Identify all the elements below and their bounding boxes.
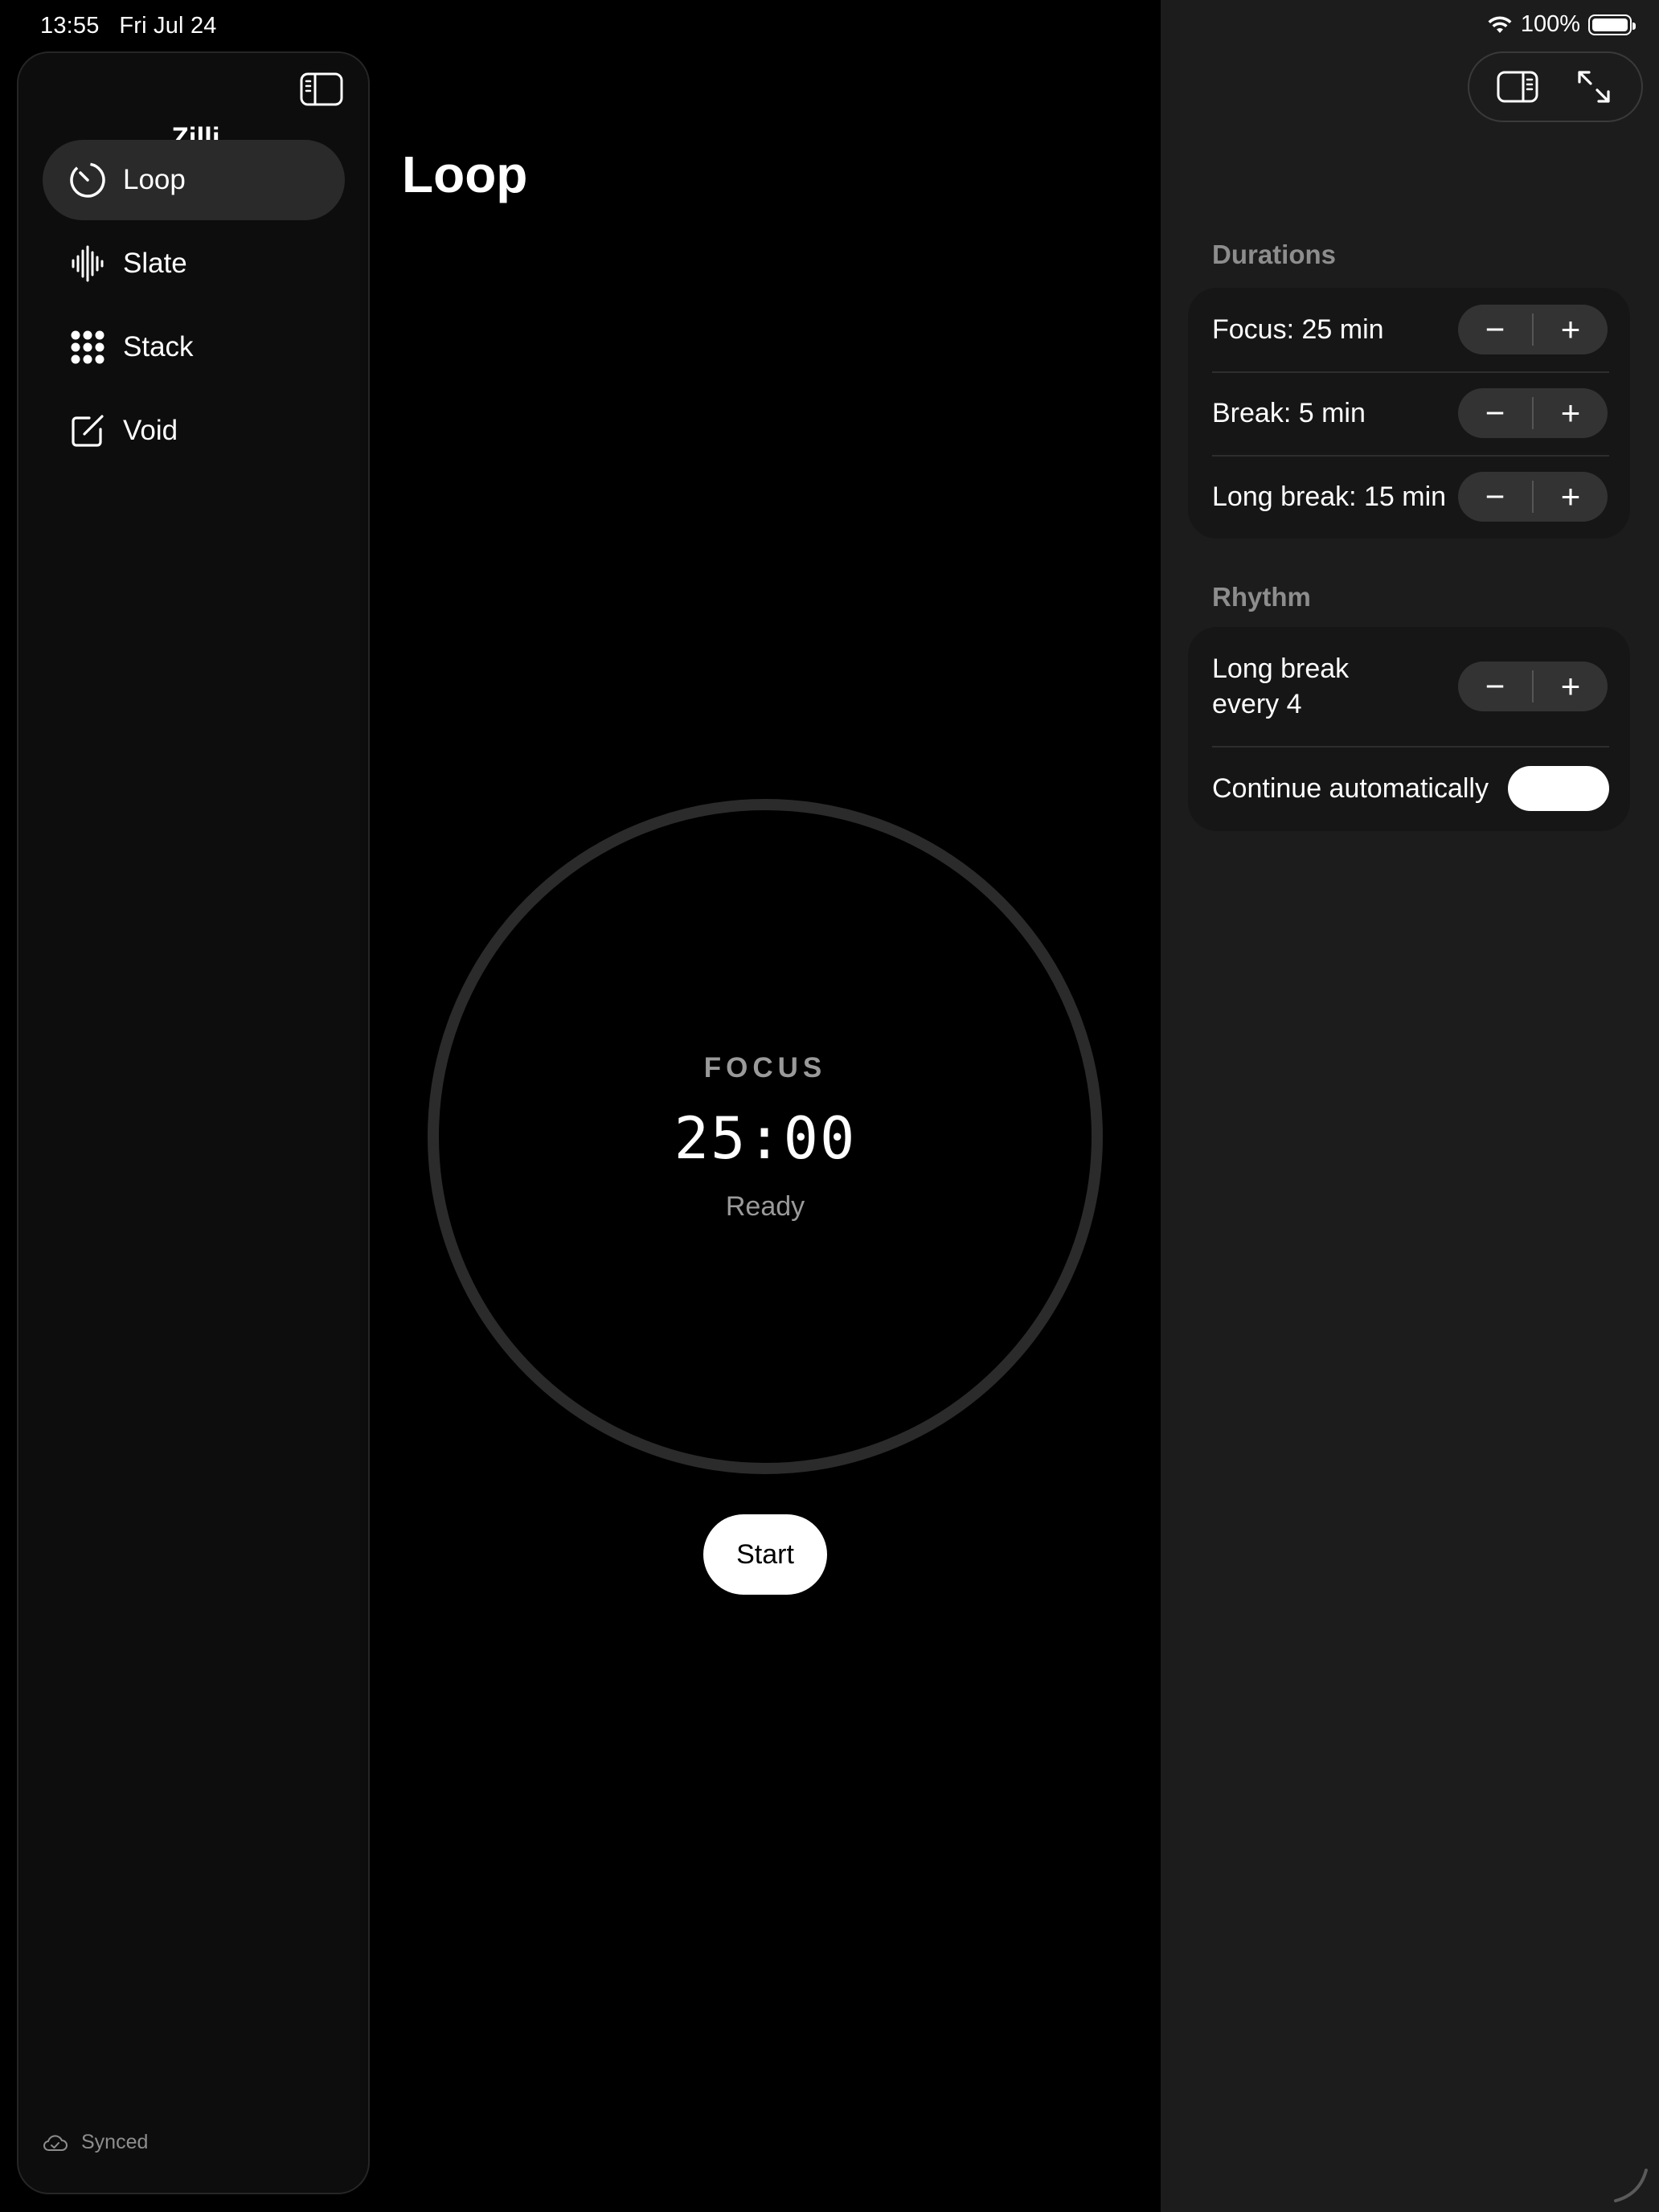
battery-icon xyxy=(1588,14,1636,35)
timer-mode-label: FOCUS xyxy=(703,1052,827,1083)
focus-decrement-button[interactable]: − xyxy=(1458,305,1532,354)
long-break-interval-line2: every 4 xyxy=(1212,689,1302,719)
sidebar-item-loop[interactable]: Loop xyxy=(43,140,345,220)
sidebar-toggle-button[interactable] xyxy=(300,72,343,109)
cloud-check-icon xyxy=(43,2134,68,2151)
sync-status: Synced xyxy=(43,2131,148,2154)
status-time: 13:55 xyxy=(40,13,100,39)
timer-status: Ready xyxy=(725,1191,805,1222)
status-bar-clock: 13:55 Fri Jul 24 xyxy=(40,13,217,39)
timer-icon xyxy=(70,162,105,198)
durations-group: Focus: 25 min − + Break: 5 min − + Long … xyxy=(1188,288,1630,539)
long-break-increment-button[interactable]: + xyxy=(1534,472,1608,522)
sidebar-item-label: Void xyxy=(123,415,178,446)
battery-percent: 100% xyxy=(1520,11,1580,37)
continue-automatically-row: Continue automatically xyxy=(1188,746,1630,831)
expand-icon xyxy=(1577,71,1610,103)
sync-status-label: Synced xyxy=(81,2131,149,2153)
status-date: Fri Jul 24 xyxy=(119,13,217,39)
rhythm-header: Rhythm xyxy=(1212,582,1311,612)
app-root: 13:55 Fri Jul 24 Loop FOCUS 25:00 Ready … xyxy=(0,0,1659,2212)
status-bar-indicators: 100% xyxy=(1487,11,1636,38)
start-button[interactable]: Start xyxy=(703,1514,827,1595)
resize-handle-icon[interactable] xyxy=(1608,2161,1653,2206)
timer-countdown: 25:00 xyxy=(674,1104,857,1172)
compose-icon xyxy=(72,415,104,447)
focus-duration-label: Focus: 25 min xyxy=(1212,314,1384,345)
interval-decrement-button[interactable]: − xyxy=(1458,662,1532,711)
long-break-interval-row: Long break every 4 − + xyxy=(1188,627,1630,746)
focus-duration-stepper: − + xyxy=(1458,305,1608,354)
sidebar-item-label: Loop xyxy=(123,164,186,195)
long-break-duration-stepper: − + xyxy=(1458,472,1608,522)
sidebar-item-label: Stack xyxy=(123,331,194,363)
sidebar-item-stack[interactable]: Stack xyxy=(43,307,345,387)
long-break-interval-label: Long break every 4 xyxy=(1212,651,1349,722)
wifi-icon xyxy=(1488,15,1512,33)
break-increment-button[interactable]: + xyxy=(1534,388,1608,438)
grid-icon xyxy=(71,330,104,364)
long-break-interval-line1: Long break xyxy=(1212,653,1350,684)
sidebar-item-void[interactable]: Void xyxy=(43,391,345,471)
sidebar-right-icon xyxy=(1497,71,1538,103)
sidebar-nav: Loop Slate Stack Void xyxy=(43,140,345,474)
long-break-decrement-button[interactable]: − xyxy=(1458,472,1532,522)
long-break-duration-row: Long break: 15 min − + xyxy=(1188,455,1630,539)
focus-increment-button[interactable]: + xyxy=(1534,305,1608,354)
durations-header: Durations xyxy=(1212,240,1337,269)
interval-increment-button[interactable]: + xyxy=(1534,662,1608,711)
toggle-inspector-button[interactable] xyxy=(1489,63,1546,111)
fullscreen-button[interactable] xyxy=(1566,63,1622,111)
break-duration-stepper: − + xyxy=(1458,388,1608,438)
waveform-icon xyxy=(72,245,104,282)
sidebar-item-label: Slate xyxy=(123,248,187,279)
break-duration-label: Break: 5 min xyxy=(1212,398,1366,428)
continue-automatically-toggle[interactable] xyxy=(1508,766,1609,811)
break-duration-row: Break: 5 min − + xyxy=(1188,371,1630,455)
continue-automatically-label: Continue automatically xyxy=(1212,773,1489,804)
rhythm-group: Long break every 4 − + Continue automati… xyxy=(1188,627,1630,831)
sidebar-left-icon xyxy=(300,72,343,106)
long-break-interval-stepper: − + xyxy=(1458,662,1608,711)
page-title: Loop xyxy=(402,145,528,203)
focus-duration-row: Focus: 25 min − + xyxy=(1188,288,1630,371)
inspector-toolbar xyxy=(1468,51,1643,122)
long-break-duration-label: Long break: 15 min xyxy=(1212,481,1447,512)
sidebar: Zilli Loop Slate Stack Void Synced xyxy=(17,51,370,2194)
sidebar-item-slate[interactable]: Slate xyxy=(43,223,345,304)
break-decrement-button[interactable]: − xyxy=(1458,388,1532,438)
